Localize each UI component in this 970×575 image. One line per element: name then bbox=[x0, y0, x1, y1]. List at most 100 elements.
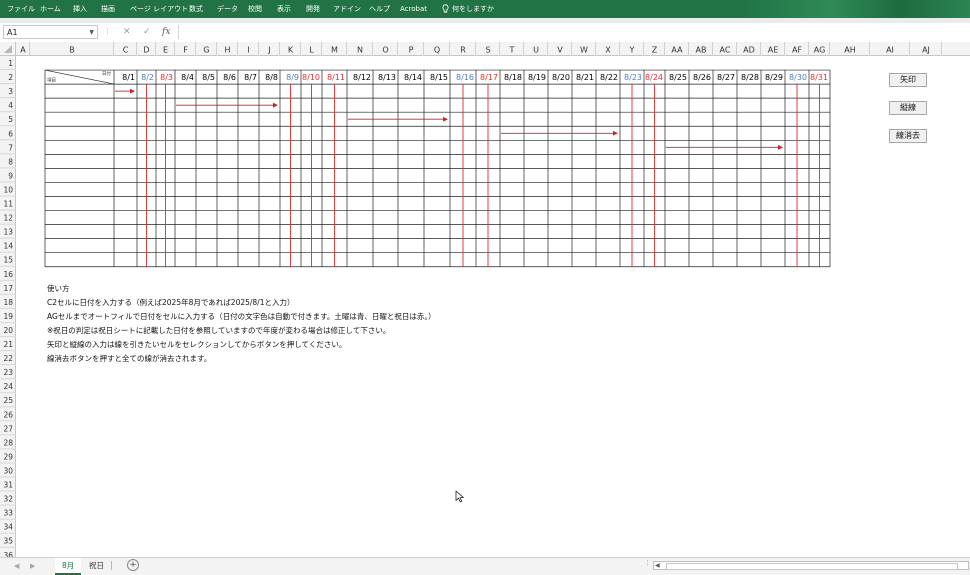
more-options-icon: ⋮ bbox=[104, 28, 111, 36]
horizontal-scrollbar[interactable]: ◀ bbox=[653, 561, 969, 570]
instructions-title: 使い方 bbox=[47, 283, 70, 293]
date-header-8-29: 8/29 bbox=[765, 73, 783, 82]
column-header-e: E bbox=[163, 46, 168, 55]
add-sheet-icon[interactable]: + bbox=[127, 559, 139, 571]
scrollbar-thumb[interactable] bbox=[666, 563, 958, 570]
formula-bar: A1 ▼ ⋮ ✕ ✓ fx bbox=[0, 23, 970, 43]
tab-addins[interactable]: アドイン bbox=[333, 0, 361, 18]
row-header-15: 15 bbox=[3, 256, 13, 265]
column-header-ah: AH bbox=[844, 46, 856, 55]
instruction-line: ※祝日の判定は祝日シートに記載した日付を参照していますので年度が変わる場合は修正… bbox=[47, 325, 390, 335]
column-header-af: AF bbox=[792, 46, 802, 55]
row-header-35: 35 bbox=[3, 537, 13, 546]
tab-page-layout[interactable]: ページ レイアウト bbox=[130, 0, 188, 18]
scroll-left-icon[interactable]: ◀ bbox=[655, 562, 660, 569]
column-header-c: C bbox=[123, 46, 129, 55]
column-header-w: W bbox=[580, 46, 588, 55]
date-header-8-30: 8/30 bbox=[789, 73, 807, 82]
schedule-arrowhead bbox=[273, 102, 278, 108]
column-header-ad: AD bbox=[743, 46, 755, 55]
mouse-pointer-icon bbox=[455, 490, 464, 503]
column-header-y: Y bbox=[629, 46, 635, 55]
tab-review[interactable]: 校閲 bbox=[248, 0, 262, 18]
date-header-8-28: 8/28 bbox=[741, 73, 759, 82]
erase-lines-button[interactable]: 線消去 bbox=[889, 129, 927, 143]
instruction-line: 矢印と縦線の入力は線を引きたいセルをセレクションしてからボタンを押してください。 bbox=[47, 339, 346, 349]
tell-me-search[interactable]: 何をしますか bbox=[442, 0, 494, 18]
schedule-arrowhead bbox=[443, 116, 448, 122]
column-header-k: K bbox=[288, 46, 294, 55]
date-header-8-11: 8/11 bbox=[327, 73, 345, 82]
tab-divider bbox=[111, 561, 112, 570]
row-header-9: 9 bbox=[8, 171, 13, 180]
date-header-8-3: 8/3 bbox=[160, 73, 173, 82]
prev-sheet-icon[interactable]: ◀ bbox=[14, 559, 19, 573]
column-header-v: V bbox=[557, 46, 563, 55]
cancel-icon[interactable]: ✕ bbox=[123, 25, 131, 39]
tab-draw[interactable]: 描画 bbox=[101, 0, 115, 18]
tab-home[interactable]: ホーム bbox=[40, 0, 61, 18]
row-header-11: 11 bbox=[3, 200, 13, 209]
tab-formulas[interactable]: 数式 bbox=[189, 0, 203, 18]
formula-input[interactable] bbox=[178, 25, 969, 39]
split-handle-icon[interactable]: ⋮ bbox=[644, 559, 651, 567]
row-header-2: 2 bbox=[8, 73, 13, 82]
row-header-4: 4 bbox=[8, 101, 13, 110]
date-header-8-1: 8/1 bbox=[122, 73, 135, 82]
row-header-30: 30 bbox=[3, 466, 13, 475]
name-box[interactable]: A1 ▼ bbox=[3, 25, 98, 39]
arrow-button[interactable]: 矢印 bbox=[889, 73, 927, 87]
tab-file[interactable]: ファイル bbox=[7, 0, 35, 18]
row-header-20: 20 bbox=[3, 326, 13, 335]
schedule-arrowhead bbox=[130, 88, 135, 94]
corner-label-date: 日付 bbox=[102, 70, 111, 77]
column-header-o: O bbox=[382, 46, 388, 55]
date-header-8-7: 8/7 bbox=[244, 73, 257, 82]
row-header-24: 24 bbox=[3, 382, 13, 391]
row-header-1: 1 bbox=[8, 59, 13, 68]
insert-function-icon[interactable]: fx bbox=[162, 25, 170, 39]
instruction-line: 線消去ボタンを押すと全ての線が消去されます。 bbox=[47, 353, 211, 363]
column-header-f: F bbox=[183, 46, 188, 55]
vertical-line-button[interactable]: 縦線 bbox=[889, 101, 927, 115]
date-header-8-16: 8/16 bbox=[456, 73, 474, 82]
row-header-21: 21 bbox=[3, 340, 13, 349]
corner-label-item: 項目 bbox=[47, 78, 56, 84]
chevron-down-icon[interactable]: ▼ bbox=[89, 26, 94, 40]
column-header-aa: AA bbox=[671, 46, 683, 55]
name-box-value: A1 bbox=[7, 28, 18, 37]
column-header-ac: AC bbox=[720, 46, 731, 55]
tab-acrobat[interactable]: Acrobat bbox=[400, 0, 427, 18]
column-header-j: J bbox=[267, 46, 270, 55]
next-sheet-icon[interactable]: ▶ bbox=[30, 559, 35, 573]
column-header-q: Q bbox=[434, 46, 440, 55]
tab-help[interactable]: ヘルプ bbox=[369, 0, 390, 18]
row-header-18: 18 bbox=[3, 298, 13, 307]
tab-data[interactable]: データ bbox=[217, 0, 238, 18]
date-header-8-22: 8/22 bbox=[600, 73, 618, 82]
worksheet-grid[interactable]: A B C D E F G H I J K L M N O P Q R S T U V W X Y Z AA AB AC AD AE AF AG… bbox=[0, 42, 970, 557]
column-header-u: U bbox=[533, 46, 539, 55]
column-header-s: S bbox=[485, 46, 490, 55]
column-header-ab: AB bbox=[696, 46, 707, 55]
tab-developer[interactable]: 開発 bbox=[306, 0, 320, 18]
tab-insert[interactable]: 挿入 bbox=[73, 0, 87, 18]
row-header-3: 3 bbox=[8, 87, 13, 96]
row-header-31: 31 bbox=[3, 481, 13, 490]
row-header-33: 33 bbox=[3, 509, 13, 518]
column-header-h: H bbox=[224, 46, 230, 55]
enter-icon[interactable]: ✓ bbox=[143, 25, 151, 39]
sheet-tab-august[interactable]: 8月 bbox=[55, 558, 82, 575]
row-header-6: 6 bbox=[8, 129, 13, 138]
date-header-8-9: 8/9 bbox=[286, 73, 299, 82]
worksheet[interactable]: A B C D E F G H I J K L M N O P Q R S T U V W X Y Z AA AB AC AD AE AF AG… bbox=[0, 42, 970, 557]
row-header-32: 32 bbox=[3, 495, 13, 504]
row-header-19: 19 bbox=[3, 312, 13, 321]
ribbon-tab-bar: ファイル ホーム 挿入 描画 ページ レイアウト 数式 データ 校閲 表示 開発… bbox=[0, 0, 970, 18]
tab-view[interactable]: 表示 bbox=[277, 0, 291, 18]
ribbon-decoration bbox=[740, 0, 970, 18]
column-header-ai: AI bbox=[886, 46, 894, 55]
date-header-8-26: 8/26 bbox=[693, 73, 711, 82]
row-header-28: 28 bbox=[3, 438, 13, 447]
sheet-tab-holidays[interactable]: 祝日 bbox=[82, 558, 111, 573]
